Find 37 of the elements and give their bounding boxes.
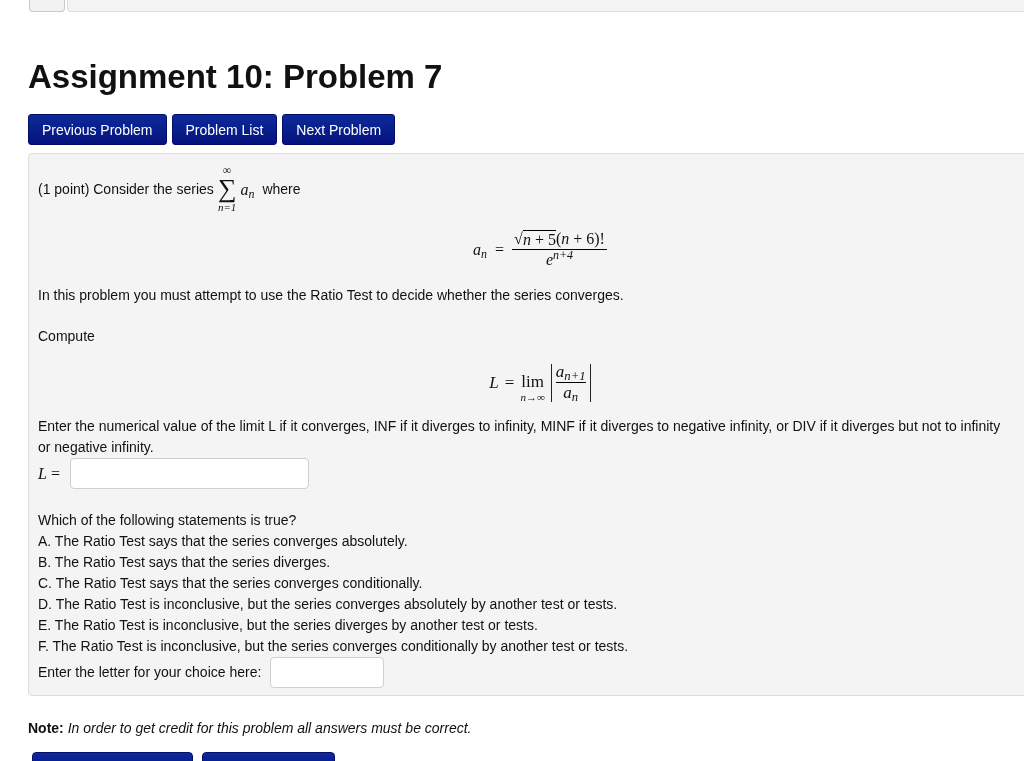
intro-text: where (262, 179, 301, 199)
nav-button[interactable]: Problem List (171, 114, 278, 145)
intro-text: (1 point) Consider the series (38, 179, 214, 199)
choice-label: Enter the letter for your choice here: (38, 663, 262, 682)
answer-option: A. The Ratio Test says that the series converges absolutely. (38, 531, 408, 552)
answer-option: C. The Ratio Test says that the series converges conditionally. (38, 573, 423, 594)
limit-operator: lim (521, 373, 544, 391)
denominator: e$^{n+4}$ (545, 249, 574, 270)
answer-option: E. The Ratio Test is inconclusive, but the series diverges by another test or tests. (38, 615, 538, 636)
sum-upper-limit: ∞ (222, 164, 232, 176)
answer-option: D. The Ratio Test is inconclusive, but the series converges absolutely by another test or tests. (38, 594, 618, 615)
radical-sign: √ (514, 228, 523, 249)
formula-term: L (489, 372, 499, 393)
sigma-symbol: ∑ (217, 175, 237, 201)
page-title: Assignment 10: Problem 7 (28, 57, 443, 97)
question-text: Which of the following statements is true? (38, 511, 297, 530)
instruction-text: In this problem you must attempt to use the Ratio Test to decide whether the series converges. (38, 286, 625, 305)
radicand: n + 5 (522, 229, 556, 249)
input-field[interactable] (270, 657, 385, 688)
answer-option: F. The Ratio Test is inconclusive, but the series converges conditionally by another test or tests. (38, 636, 629, 657)
limit-subscript: n→∞ (520, 391, 545, 404)
answer-label: L = (38, 464, 60, 484)
nav-button[interactable]: Previous Problem (28, 114, 167, 145)
nav-button[interactable]: Next Problem (282, 114, 396, 145)
note-text: Note: In order to get credit for this problem all answers must be correct. (28, 719, 472, 738)
formula-term: a$_{n}$ (473, 239, 488, 260)
input-field[interactable] (69, 458, 309, 489)
numerator-text: (n + 6)! (555, 228, 605, 249)
toolbar-button[interactable] (29, 0, 65, 12)
equals-sign: = (495, 239, 505, 260)
equals-sign: = (504, 372, 515, 393)
denominator: a$_{n}$ (563, 383, 579, 403)
series-term: a$_{n}$ (240, 179, 255, 200)
numerator-text: a$_{n+1}$ (555, 362, 586, 382)
limit-prompt: Enter the numerical value of the limit L if it converges, INF if it diverges to infinity, MINF if it diverges to negative infinity, or DIV if it diverges but not to infinity or negative infinity. (38, 417, 1002, 457)
answer-option: B. The Ratio Test says that the series diverges. (38, 552, 331, 573)
compute-label: Compute (38, 327, 95, 346)
